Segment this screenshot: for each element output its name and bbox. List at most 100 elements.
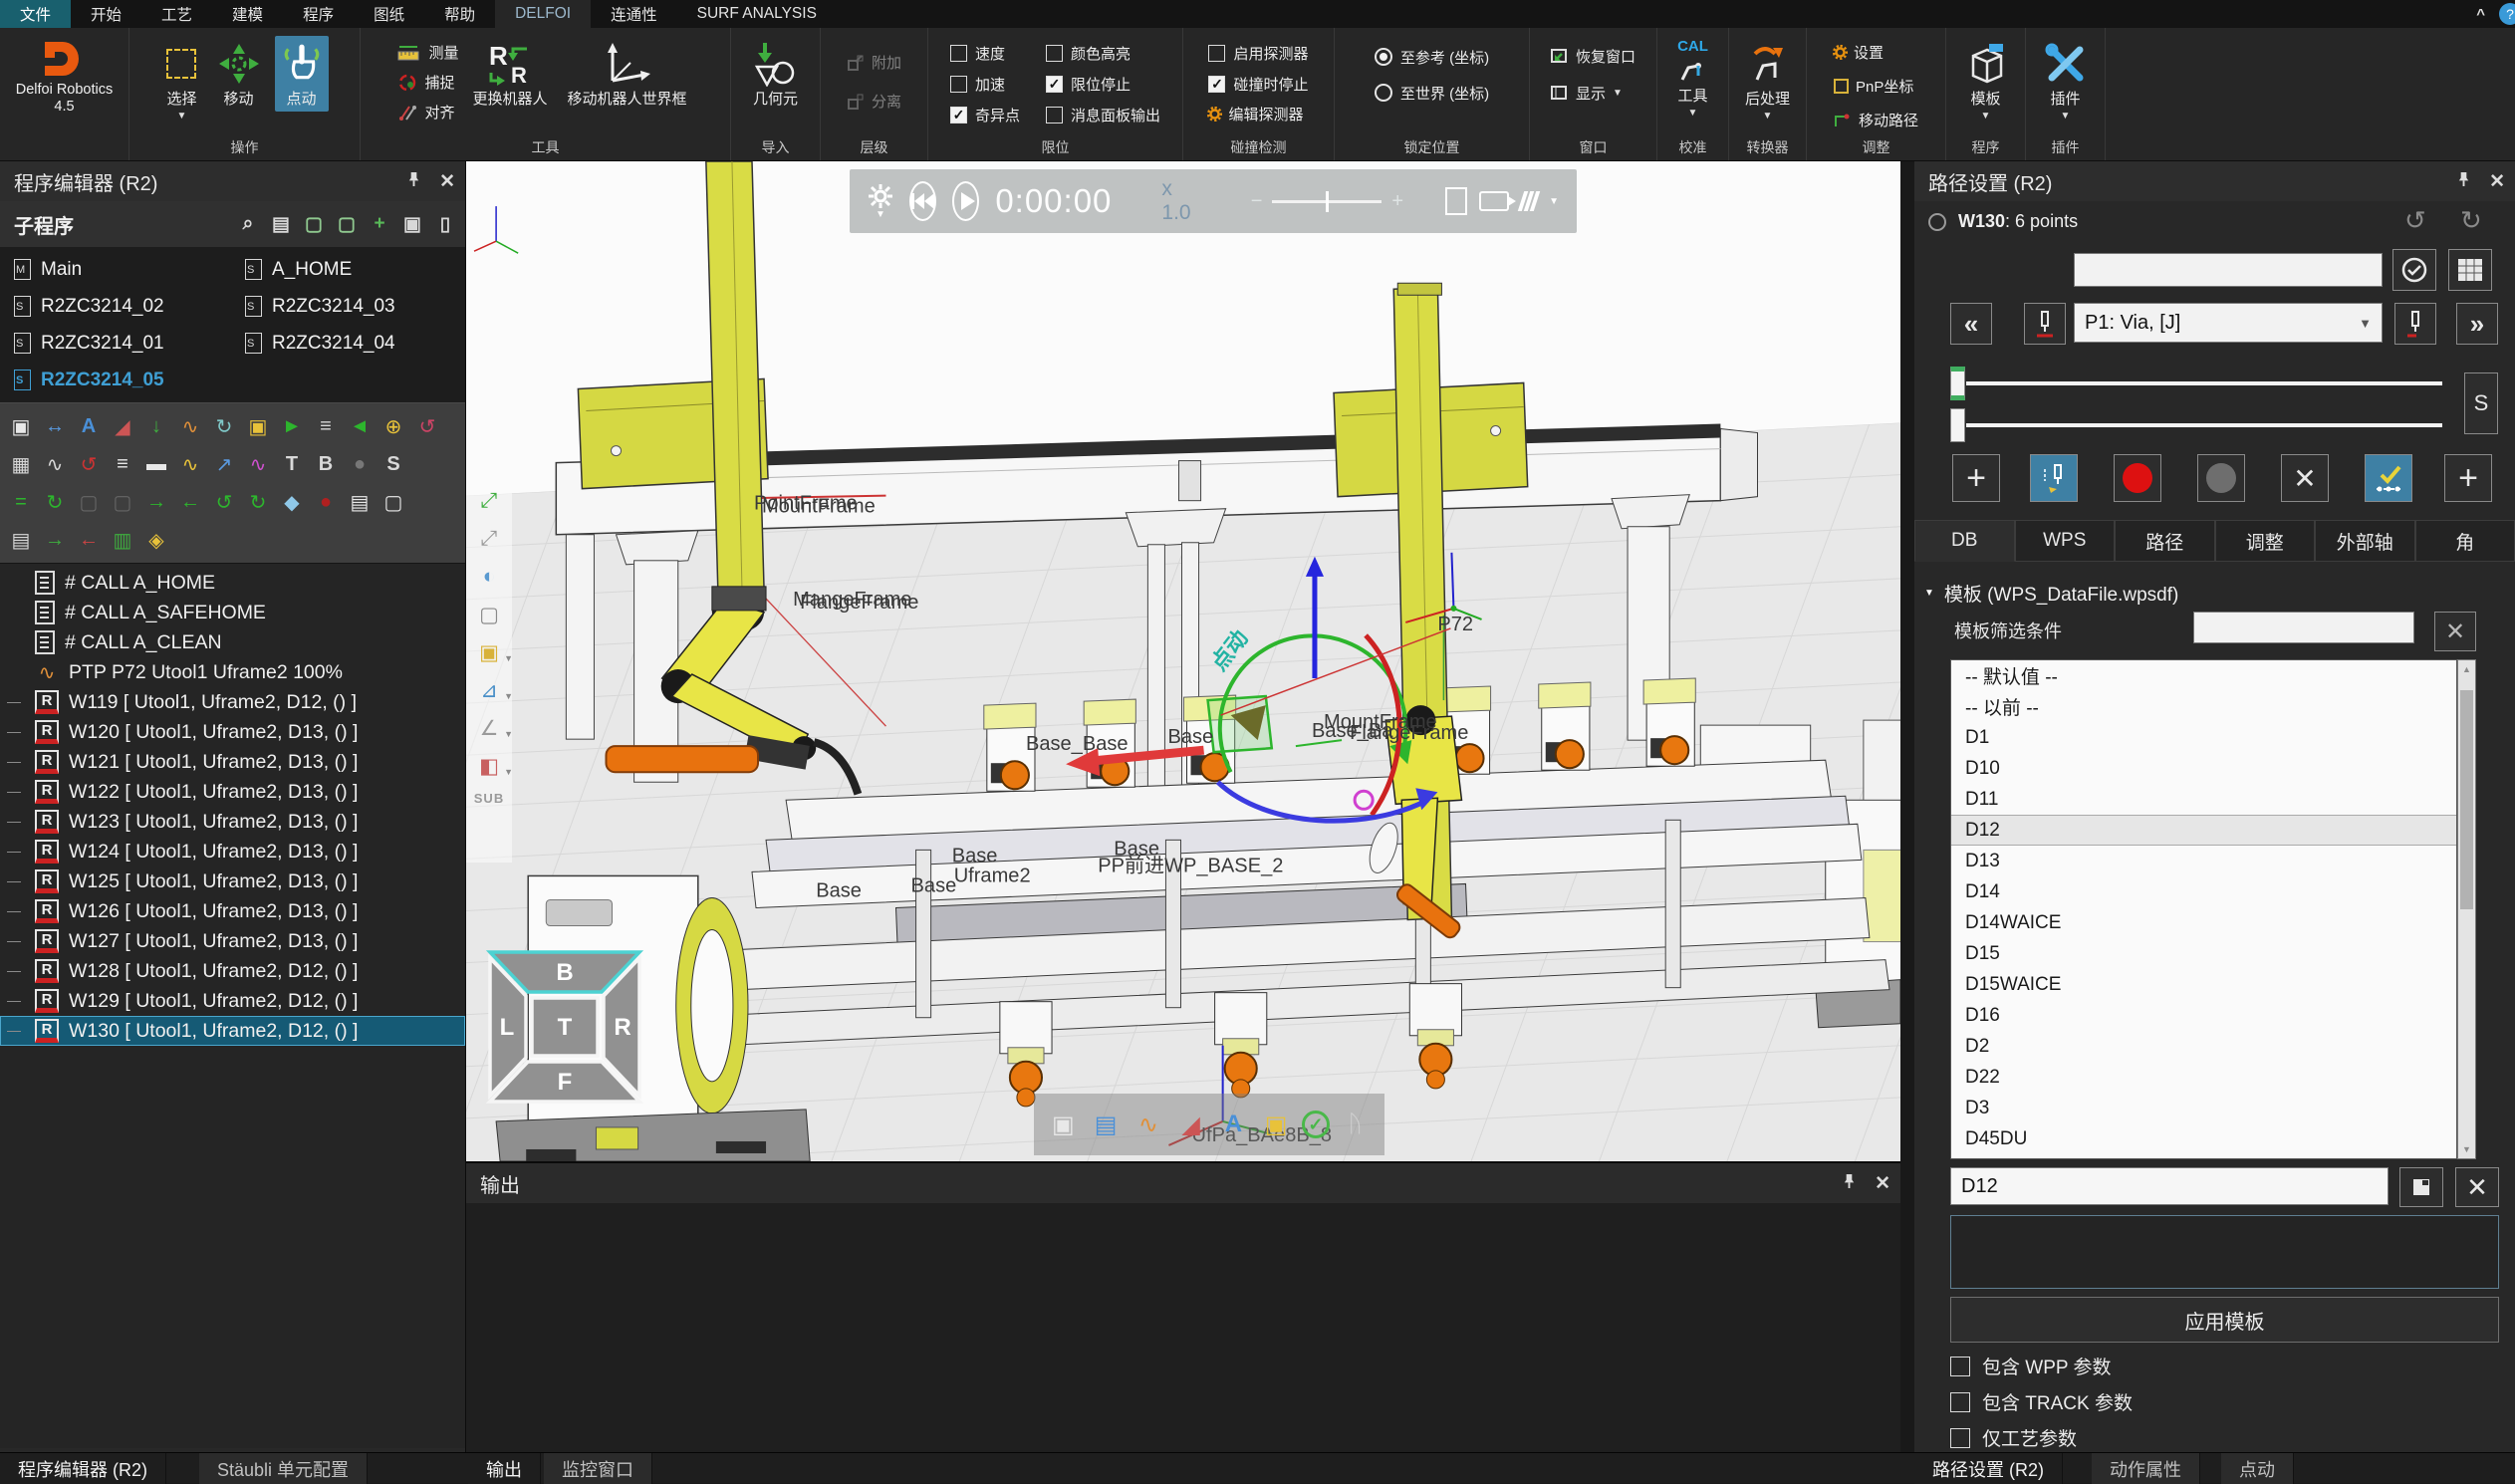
statement-row[interactable]: RW120 [ Utool1, Uframe2, D13, () ] [0,717,465,747]
loop-square-icon[interactable]: ↺ [209,487,239,517]
path-curve-icon[interactable]: ∿ [175,411,205,441]
copy-icon[interactable]: ▣ [400,212,424,236]
pin-icon[interactable] [2456,170,2471,192]
template-item[interactable]: D14WAICE [1951,907,2456,938]
play-back-icon[interactable]: ◄ [345,411,375,441]
statement-row[interactable]: # CALL A_CLEAN [0,627,465,657]
jog-to-point-button[interactable] [2030,454,2078,502]
path-orange-icon[interactable]: ∿ [1132,1108,1165,1141]
menu-item-5[interactable]: 程序 [283,0,354,28]
limit-check-2[interactable]: 加速 [950,71,1038,97]
template-list-scrollbar[interactable]: ▲ ▼ [2457,659,2476,1159]
server-icon[interactable]: ≡ [311,411,341,441]
export-pdf-button[interactable] [1445,187,1467,215]
statusbar-tab-right-2[interactable]: 动作属性 [2092,1453,2200,1484]
s-button[interactable]: S [2464,372,2498,434]
path-slider-2-handle[interactable] [1950,408,1965,442]
path-magenta-icon[interactable]: ∿ [243,449,273,479]
panel-divider[interactable] [1900,161,1914,1452]
tab-外部轴[interactable]: 外部轴 [2315,520,2415,562]
checkbox[interactable] [1046,107,1063,124]
tab-路径[interactable]: 路径 [2115,520,2215,562]
limit-check-1[interactable]: 速度 [950,40,1038,66]
statusbar-tab-right-3[interactable]: 点动 [2221,1453,2294,1484]
statement-row[interactable]: RW128 [ Utool1, Uframe2, D12, () ] [0,956,465,986]
axes-icon[interactable]: ∠▼ [475,715,503,741]
import-icon[interactable]: ▢ [302,212,326,236]
move-world-frame-button[interactable]: 移动机器人世界框 [562,36,693,112]
search-icon[interactable]: ⌕ [236,212,260,236]
save-template-button[interactable] [2399,1167,2443,1207]
swap-icon[interactable]: ↔ [40,411,70,441]
statement-row[interactable]: # CALL A_HOME [0,568,465,598]
checkbox[interactable] [950,76,967,93]
statement-row[interactable]: RW125 [ Utool1, Uframe2, D13, () ] [0,866,465,896]
clipboard-icon[interactable]: ▤ [345,487,375,517]
table-button[interactable] [2448,249,2492,291]
template-item[interactable]: D14 [1951,876,2456,907]
signal-out-icon[interactable]: → [40,525,70,555]
check-green-icon[interactable]: ✓ [1302,1111,1330,1138]
step-icon[interactable]: ≡ [108,449,137,479]
close-icon[interactable]: ✕ [1875,1172,1890,1195]
checkbox[interactable] [950,45,967,62]
statement-row[interactable]: RW123 [ Utool1, Uframe2, D13, () ] [0,807,465,837]
arrow-upright-icon[interactable]: ↗ [209,449,239,479]
geometry-button[interactable]: 几何元 [747,36,804,112]
grid-icon[interactable]: ▦ [6,449,36,479]
template-item[interactable]: D10 [1951,753,2456,784]
template-item[interactable]: D16 [1951,1000,2456,1031]
plugin-button[interactable]: 插件 ▼ [2038,36,2094,125]
limit-check-4[interactable]: 颜色高亮 [1046,40,1160,66]
branch2-icon[interactable]: ← [175,487,205,517]
limit-check-3[interactable]: 奇异点 [950,102,1038,127]
playback-settings-button[interactable]: ▼ [868,183,893,220]
compass-icon[interactable]: ◐ [475,564,503,590]
ribbon-collapse-icon[interactable]: ^ [2476,6,2485,23]
undo-icon[interactable]: ↺ [2404,205,2426,236]
template-option-1[interactable]: 包含 WPP 参数 [1950,1353,2112,1379]
trash-icon[interactable]: ▯ [433,212,457,236]
torch-down-button[interactable] [2394,303,2436,345]
checkbox[interactable] [1046,45,1063,62]
record-inactive-button[interactable] [2197,454,2245,502]
limit-check-6[interactable]: 消息面板输出 [1046,102,1160,127]
record-active-button[interactable] [2114,454,2161,502]
record-video-button[interactable] [1479,191,1509,211]
checkbox[interactable] [1208,76,1225,93]
statusbar-tab-center-1[interactable]: 输出 [468,1453,541,1484]
delete-template-button[interactable]: ✕ [2455,1167,2499,1207]
detach-button[interactable]: 分离 [847,89,901,114]
collision-check-1[interactable]: 碰撞时停止 [1208,71,1308,97]
template-item[interactable]: D2 [1951,1031,2456,1062]
attach-button[interactable]: 附加 [847,50,901,75]
3d-viewport[interactable]: PointFrameMountFrameMangeFrameFlangeFram… [466,161,1900,1161]
branch-icon[interactable]: → [141,487,171,517]
subprogram-item[interactable]: SA_HOME [231,253,465,286]
template-section-header[interactable]: ▼ 模板 (WPS_DataFile.wpsdf) [1924,580,2178,607]
checkbox[interactable] [1208,45,1225,62]
measure-button[interactable]: 测量 [397,40,458,65]
confirm-button[interactable] [2392,249,2436,291]
expand-gray-icon[interactable]: ⤢ [475,526,503,552]
pin-icon[interactable] [1842,1172,1857,1194]
frame-blue-icon[interactable]: ⊿▼ [475,677,503,703]
postprocess-button[interactable]: 后处理 ▼ [1739,36,1796,125]
menu-item-3[interactable]: 工艺 [141,0,212,28]
pnp-coord-button[interactable]: PnP坐标 [1834,74,1918,99]
path-yellow-icon[interactable]: ∿ [175,449,205,479]
menu-item-2[interactable]: 开始 [71,0,141,28]
page2-icon[interactable]: ▢ [108,487,137,517]
save-blue-icon[interactable]: ▤ [1089,1108,1123,1141]
play-icon[interactable]: ► [277,411,307,441]
path-radio[interactable] [1928,213,1946,231]
folder-icon[interactable]: ▬ [141,449,171,479]
lock-radio-1[interactable]: 至参考 (坐标) [1375,44,1489,70]
move-button[interactable]: 移动 [211,36,267,112]
doc-icon[interactable]: ▢ [378,487,408,517]
statement-row[interactable]: RW129 [ Utool1, Uframe2, D12, () ] [0,986,465,1016]
path-slider-2[interactable] [1966,423,2442,427]
add-icon[interactable]: + [368,212,391,236]
statusbar-tab-center-2[interactable]: 监控窗口 [544,1453,652,1484]
verify-points-button[interactable] [2365,454,2412,502]
